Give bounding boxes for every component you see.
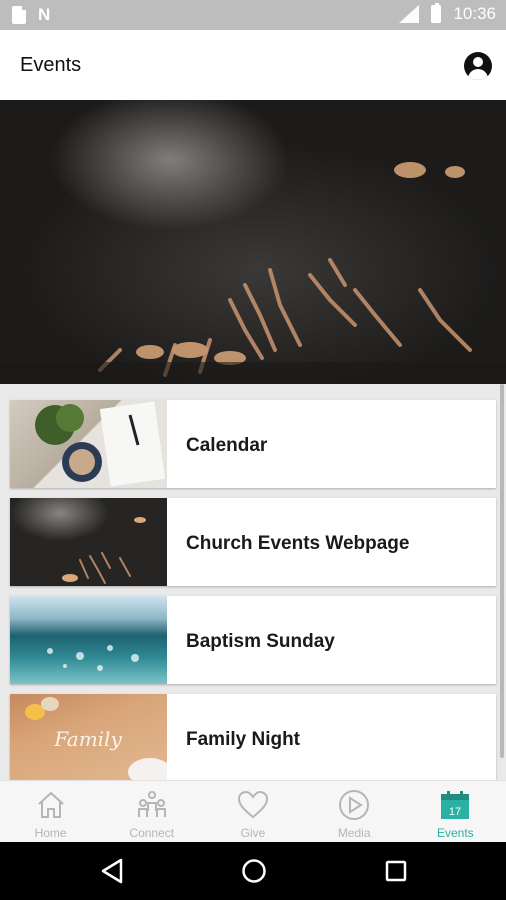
home-button-icon[interactable] [241, 858, 267, 884]
back-icon[interactable] [100, 858, 124, 884]
nav-label: Media [337, 826, 371, 840]
notification-n-icon: N [38, 5, 51, 24]
hero-image [0, 100, 506, 384]
account-icon[interactable] [464, 52, 492, 80]
connect-icon [137, 791, 166, 817]
event-list: Calendar Church Events Webpage Baptism S… [10, 400, 496, 792]
notification-doc-icon [12, 5, 27, 24]
family-thumbnail-text: Family [53, 727, 122, 751]
heart-icon [237, 790, 268, 819]
recents-icon[interactable] [384, 858, 408, 884]
home-icon [37, 791, 64, 818]
event-label: Calendar [186, 435, 268, 456]
event-card-church-webpage[interactable]: Church Events Webpage [10, 498, 496, 586]
battery-icon [431, 3, 442, 23]
calendar-thumbnail [10, 400, 167, 488]
event-card-family-night[interactable]: Family Family Night [10, 694, 496, 782]
nav-media[interactable]: Media [304, 781, 405, 843]
status-time: 10:36 [453, 4, 496, 23]
page-title: Events [20, 54, 82, 76]
event-label: Baptism Sunday [186, 631, 335, 652]
nav-give[interactable]: Give [202, 781, 303, 843]
event-card-calendar[interactable]: Calendar [10, 400, 496, 488]
app-bar: Events [0, 30, 506, 100]
nav-events[interactable]: 17 Events [405, 781, 506, 843]
play-icon [339, 790, 370, 820]
scrollbar[interactable] [500, 384, 504, 758]
event-label: Family Night [186, 729, 301, 750]
status-bar: N 10:36 [0, 0, 506, 30]
worship-hands-illustration [0, 162, 506, 384]
event-label: Church Events Webpage [186, 533, 410, 554]
family-night-thumbnail: Family [10, 694, 167, 782]
bottom-navigation: Home Connect Give Media 17 Events [0, 780, 506, 843]
calendar-badge: 17 [449, 806, 461, 818]
nav-connect[interactable]: Connect [101, 781, 202, 843]
nav-label: Give [240, 826, 266, 840]
church-events-thumbnail [10, 498, 167, 586]
baptism-thumbnail [10, 596, 167, 684]
nav-home[interactable]: Home [0, 781, 101, 843]
event-card-baptism[interactable]: Baptism Sunday [10, 596, 496, 684]
nav-label: Home [34, 826, 67, 840]
signal-icon [399, 5, 420, 23]
nav-label: Events [437, 826, 474, 840]
system-navigation-bar [0, 842, 506, 900]
nav-label: Connect [129, 826, 175, 840]
calendar-icon: 17 [441, 791, 470, 819]
